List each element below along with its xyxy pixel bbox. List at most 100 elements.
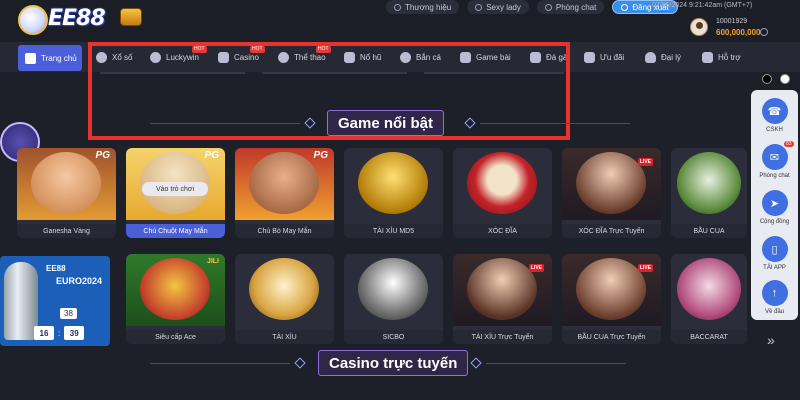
site-logo[interactable]: EE88 [14, 2, 144, 38]
nav-home[interactable]: Trang chủ [18, 45, 82, 71]
avatar[interactable] [690, 18, 708, 36]
countdown-hours: 16 [34, 326, 54, 340]
game-card[interactable]: PG Vào trò chơi Chú Chuột May Mắn [126, 148, 225, 238]
game-card[interactable]: SICBO [344, 254, 443, 344]
dice-blocks-image [677, 152, 741, 214]
promo-title: EURO2024 [56, 276, 103, 286]
float-chat-room[interactable]: ✉ 83 Phòng chat [751, 138, 798, 186]
title-divider-right [486, 363, 626, 364]
live-badge: LIVE [637, 158, 653, 166]
game-name: Chú Bò May Mắn [235, 224, 334, 238]
game-name: Ganesha Vàng [17, 224, 116, 238]
provider-badge: PG [95, 150, 110, 161]
game-card[interactable]: PG Ganesha Vàng [17, 148, 116, 238]
treasure-chest-icon [120, 8, 142, 26]
dealer-image [467, 258, 537, 320]
game-card[interactable]: XÓC ĐĨA [453, 148, 552, 238]
ganesha-image [31, 152, 101, 214]
agent-icon [645, 51, 656, 63]
plate-image [467, 152, 537, 214]
chat-room-link[interactable]: Phòng chat [536, 0, 605, 14]
refresh-balance-icon[interactable] [760, 28, 768, 36]
sicbo-cup-image [358, 258, 428, 320]
game-art [671, 254, 747, 326]
section-title-featured: Game nổi bật [327, 110, 445, 136]
game-card[interactable]: BACCARAT [671, 254, 747, 344]
chat-bubble-icon: ✉ 83 [761, 141, 794, 170]
floating-panel: ☎ CSKH ✉ 83 Phòng chat ➤ Cộng đồng ▯ TẢI … [751, 90, 798, 320]
lady-icon [475, 3, 483, 11]
nav-promotions[interactable]: Ưu đãi [584, 42, 624, 72]
top-bar: EE88 Thương hiệu Sexy lady Phòng chat Đă… [0, 0, 800, 42]
game-art [344, 254, 443, 326]
dark-theme-dot[interactable] [762, 74, 772, 84]
gift-icon [584, 51, 595, 63]
game-card[interactable]: TÀI XỈU MD5 [344, 148, 443, 238]
headset-icon: ☎ [761, 98, 788, 124]
chat-room-link-label: Phòng chat [555, 2, 597, 12]
game-name: XÓC ĐĨA [453, 224, 552, 238]
brand-link[interactable]: Thương hiệu [386, 0, 460, 14]
game-name: TÀI XỈU Trực Tuyến [453, 330, 552, 344]
game-card[interactable]: LIVE TÀI XỈU Trực Tuyến [453, 254, 552, 344]
live-badge: LIVE [637, 264, 653, 272]
logout-icon [621, 3, 629, 11]
support-icon [702, 51, 713, 63]
telegram-icon: ➤ [761, 190, 788, 216]
chat-icon [544, 3, 552, 11]
collapse-panel-icon[interactable]: » [767, 332, 775, 348]
promo-day: 38 [60, 308, 77, 319]
game-card[interactable]: LIVE BẦU CUA Trực Tuyến [562, 254, 661, 344]
game-card[interactable]: TÀI XỈU [235, 254, 334, 344]
title-divider-left [150, 123, 300, 124]
jester-image [140, 258, 210, 320]
user-id: 10001929 [716, 18, 748, 25]
theme-switch [762, 74, 790, 84]
nav-home-label: Trang chủ [41, 53, 77, 63]
game-card[interactable]: LIVE XÓC ĐĨA Trực Tuyến [562, 148, 661, 238]
ox-image [249, 152, 319, 214]
arrow-up-icon: ↑ [761, 280, 788, 306]
float-label: Phòng chat [759, 173, 790, 179]
float-community[interactable]: ➤ Cộng đồng [751, 184, 798, 232]
title-divider-right [480, 123, 630, 124]
game-art [671, 148, 747, 220]
chat-count-badge: 83 [783, 141, 794, 147]
playing-cards-image [677, 258, 741, 320]
game-name: TÀI XỈU [235, 330, 334, 344]
float-label: Cộng đồng [759, 219, 790, 225]
euro-promo-banner[interactable]: EE88 EURO2024 38 16 : 39 [0, 256, 110, 346]
float-label: TẢI APP [763, 265, 786, 271]
game-card[interactable]: JILI Siêu cấp Ace [126, 254, 225, 344]
gold-dice-image [358, 152, 428, 214]
game-name: Chú Chuột May Mắn [126, 224, 225, 238]
nav-agent[interactable]: Đại lý [645, 42, 681, 72]
nav-support-label: Hỗ trợ [718, 52, 741, 62]
provider-badge: PG [313, 150, 328, 161]
float-cskh[interactable]: ☎ CSKH [751, 92, 798, 140]
logo-mascot-icon [18, 5, 48, 35]
game-card[interactable]: PG Chú Bò May Mắn [235, 148, 334, 238]
sexy-lady-link[interactable]: Sexy lady [467, 0, 529, 14]
balance: 600,000,000 [716, 28, 761, 37]
play-game-button[interactable]: Vào trò chơi [142, 182, 208, 196]
game-name: BACCARAT [671, 330, 747, 344]
game-art [344, 148, 443, 220]
game-card[interactable]: BẦU CUA [671, 148, 747, 238]
datetime: 07/05/2024 9:21:42am (GMT+7) [652, 2, 753, 9]
float-back-to-top[interactable]: ↑ Về đầu [751, 274, 798, 322]
float-label: CSKH [766, 127, 783, 133]
dealer-image [576, 152, 646, 214]
nav-promotions-label: Ưu đãi [600, 52, 625, 62]
dealer-image [576, 258, 646, 320]
top-links: Thương hiệu Sexy lady Phòng chat Đăng xu… [386, 0, 678, 14]
light-theme-dot[interactable] [780, 74, 790, 84]
diamond-ornament-icon [294, 357, 306, 369]
float-download-app[interactable]: ▯ TẢI APP [751, 230, 798, 278]
nav-support[interactable]: Hỗ trợ [702, 42, 741, 72]
section-title-casino: Casino trực tuyến [318, 350, 469, 376]
countdown-minutes: 39 [64, 326, 85, 340]
title-divider-left [150, 363, 290, 364]
game-name: BẦU CUA Trực Tuyến [562, 330, 661, 344]
live-badge: LIVE [528, 264, 544, 272]
